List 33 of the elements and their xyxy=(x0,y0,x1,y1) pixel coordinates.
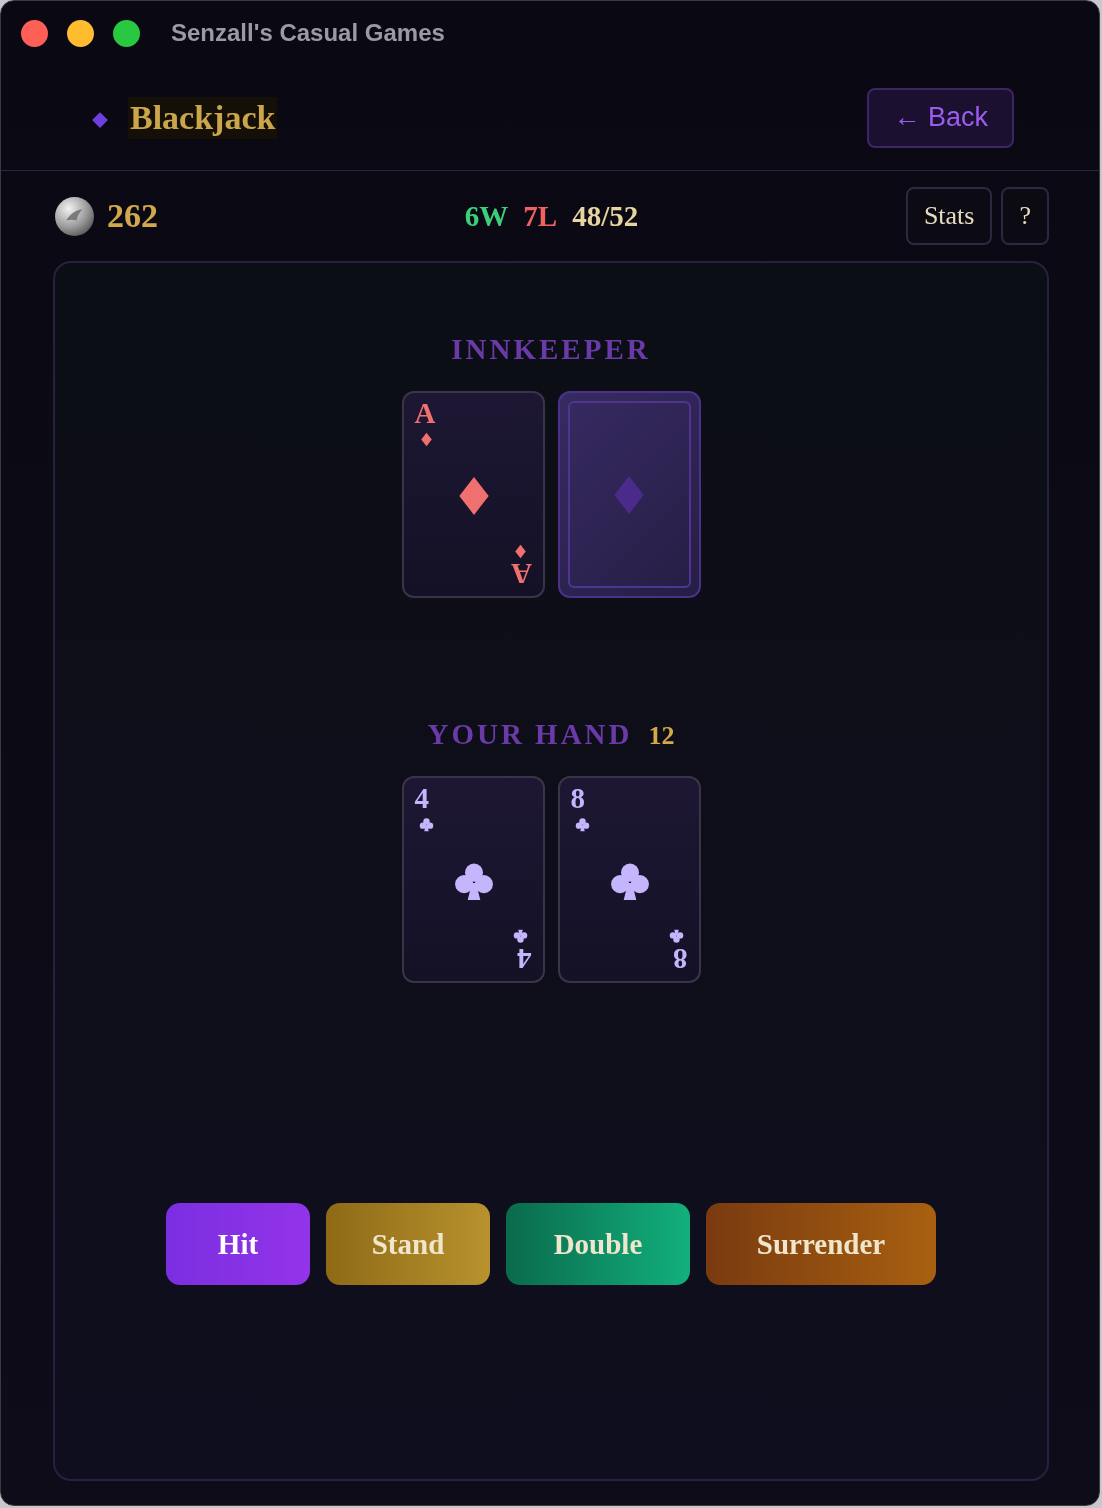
diamond-icon xyxy=(91,110,109,129)
coin-count: 262 xyxy=(107,197,158,235)
hand-label: INNKEEPER xyxy=(451,333,651,366)
diamond-icon xyxy=(418,432,434,447)
stats-button[interactable]: Stats xyxy=(905,187,993,245)
card-rank: A xyxy=(510,559,532,588)
card-rank: 8 xyxy=(673,944,688,973)
card-rank: 4 xyxy=(414,784,429,813)
surrender-button[interactable]: Surrender xyxy=(706,1203,936,1285)
hand-total: 12 xyxy=(648,721,675,751)
club-icon xyxy=(512,929,528,944)
help-button[interactable]: ? xyxy=(1001,187,1049,245)
hand-label: YOUR HAND xyxy=(427,718,633,751)
losses-count: 7L xyxy=(523,199,558,233)
card-rank: 8 xyxy=(570,784,585,813)
coin-icon xyxy=(54,195,95,237)
window-title: Senzall's Casual Games xyxy=(171,19,445,47)
diamond-icon xyxy=(512,544,528,559)
card-rank: 4 xyxy=(517,944,532,973)
card-rank: A xyxy=(414,399,436,428)
double-button[interactable]: Double xyxy=(506,1203,690,1285)
club-icon xyxy=(418,817,434,832)
wins-count: 6W xyxy=(464,199,509,233)
club-icon xyxy=(574,817,590,832)
game-title: Blackjack xyxy=(128,96,278,139)
zoom-button[interactable] xyxy=(113,19,140,47)
deck-count: 48/52 xyxy=(572,199,639,233)
stand-button[interactable]: Stand xyxy=(326,1203,490,1285)
close-button[interactable] xyxy=(21,19,48,47)
hit-button[interactable]: Hit xyxy=(166,1203,310,1285)
back-button[interactable]: ← Back xyxy=(867,87,1014,148)
minimize-button[interactable] xyxy=(67,19,94,47)
club-icon xyxy=(668,929,684,944)
